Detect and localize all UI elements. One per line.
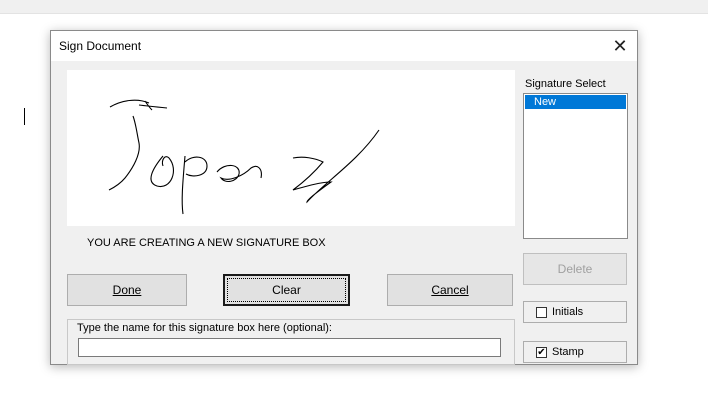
initials-checkbox[interactable] bbox=[536, 307, 547, 318]
status-message: YOU ARE CREATING A NEW SIGNATURE BOX bbox=[87, 237, 326, 249]
stamp-option[interactable]: ✔ Stamp bbox=[523, 341, 627, 363]
done-label: Done bbox=[112, 283, 142, 297]
stamp-label: Stamp bbox=[552, 346, 584, 358]
clear-button[interactable]: Clear bbox=[223, 274, 350, 306]
signature-name-label: Type the name for this signature box her… bbox=[77, 322, 332, 334]
cancel-button[interactable]: Cancel bbox=[387, 274, 513, 306]
done-button[interactable]: Done bbox=[67, 274, 187, 306]
delete-button[interactable]: Delete bbox=[523, 253, 627, 285]
initials-option[interactable]: Initials bbox=[523, 301, 627, 323]
signature-name-group: Type the name for this signature box her… bbox=[67, 319, 515, 365]
text-cursor bbox=[24, 108, 25, 125]
clear-label: Clear bbox=[272, 283, 301, 297]
sign-document-dialog: Sign Document ✕ YOU ARE CREATING A NEW S… bbox=[50, 30, 638, 365]
cancel-label: Cancel bbox=[431, 283, 469, 297]
signature-name-input[interactable] bbox=[78, 338, 501, 357]
document-top-bar bbox=[0, 0, 708, 14]
signature-item-new[interactable]: New bbox=[525, 95, 626, 109]
signature-drawing bbox=[108, 99, 380, 215]
stamp-checkbox[interactable]: ✔ bbox=[536, 347, 547, 358]
dialog-title: Sign Document bbox=[59, 39, 142, 53]
checkmark-icon: ✔ bbox=[537, 346, 546, 358]
close-button[interactable]: ✕ bbox=[603, 31, 637, 61]
close-icon: ✕ bbox=[612, 35, 628, 56]
delete-label: Delete bbox=[557, 262, 593, 276]
signature-select-list[interactable]: New bbox=[523, 93, 628, 239]
dialog-titlebar[interactable]: Sign Document ✕ bbox=[51, 31, 637, 61]
initials-label: Initials bbox=[552, 306, 584, 318]
signature-select-label: Signature Select bbox=[525, 78, 606, 90]
signature-canvas[interactable] bbox=[67, 70, 515, 226]
